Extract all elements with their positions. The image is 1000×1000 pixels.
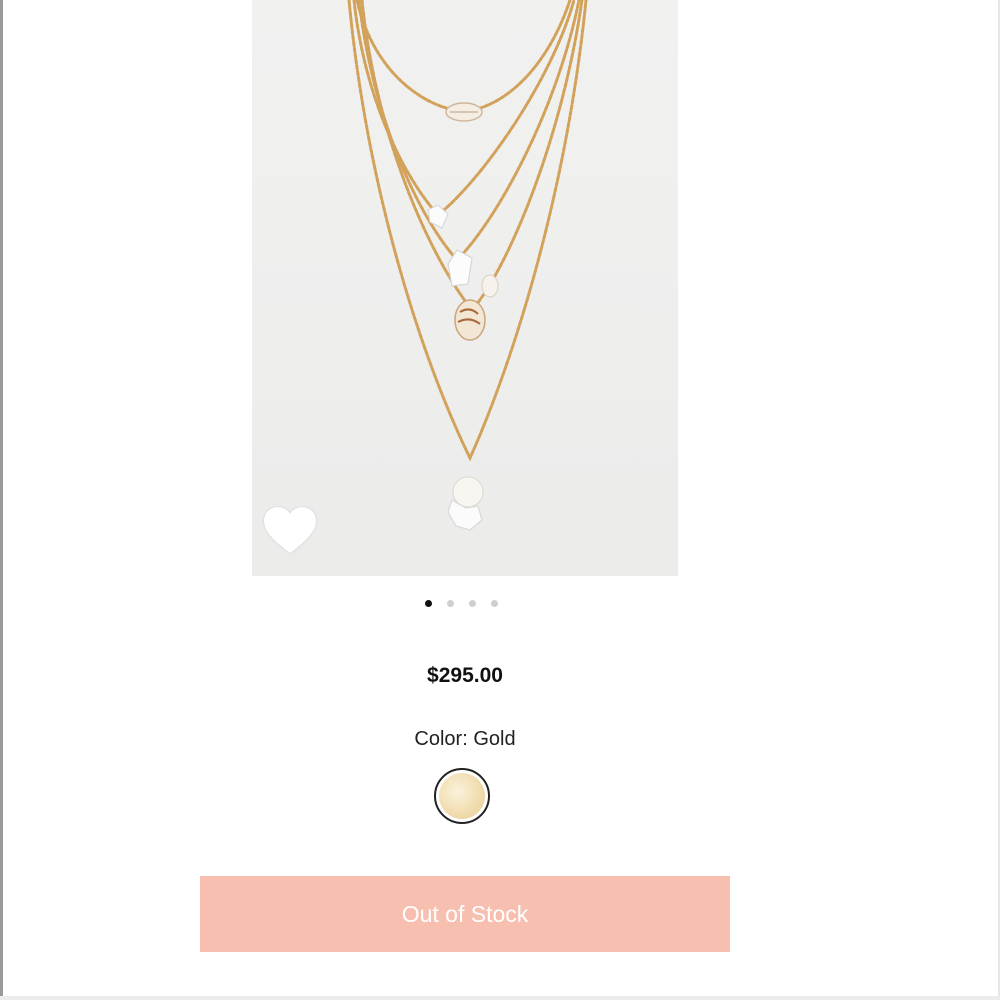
carousel-dot[interactable] [447,600,454,607]
color-swatch-gold[interactable] [434,768,490,824]
heart-icon [263,506,317,554]
favorite-button[interactable] [260,503,320,559]
carousel-dot[interactable] [425,600,432,607]
carousel-dot[interactable] [491,600,498,607]
color-label: Color: Gold [414,728,516,750]
image-carousel-dots [425,600,498,607]
window-border-bottom [0,996,1000,1000]
carousel-dot[interactable] [469,600,476,607]
product-price: $295.00 [427,664,503,687]
window-border-left [0,0,3,1000]
out-of-stock-button[interactable]: Out of Stock [200,876,730,952]
necklace-illustration [347,0,588,531]
color-swatch-fill [439,773,485,819]
pearl-charm [481,274,499,298]
product-image[interactable] [252,0,678,576]
